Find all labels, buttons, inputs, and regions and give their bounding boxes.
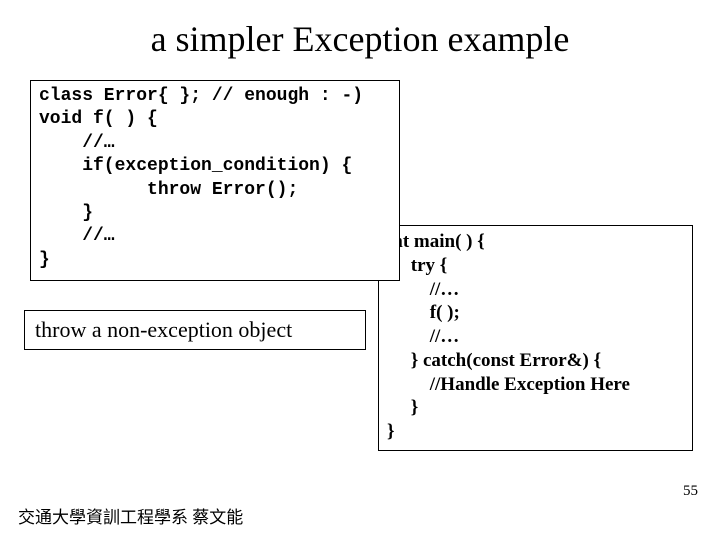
annotation-box: throw a non-exception object	[24, 310, 366, 350]
annotation-text: throw a non-exception object	[35, 317, 292, 342]
footer-text: 交通大學資訓工程學系 蔡文能	[18, 503, 243, 528]
slide-title: a simpler Exception example	[0, 0, 720, 60]
code-box-main: int main( ) { try { //… f( ); //… } catc…	[378, 225, 693, 451]
code-main: int main( ) { try { //… f( ); //… } catc…	[387, 230, 684, 444]
code-class-error: class Error{ }; // enough : -) void f( )…	[39, 85, 391, 272]
page-number: 55	[683, 483, 698, 500]
code-box-class-error: class Error{ }; // enough : -) void f( )…	[30, 80, 400, 281]
